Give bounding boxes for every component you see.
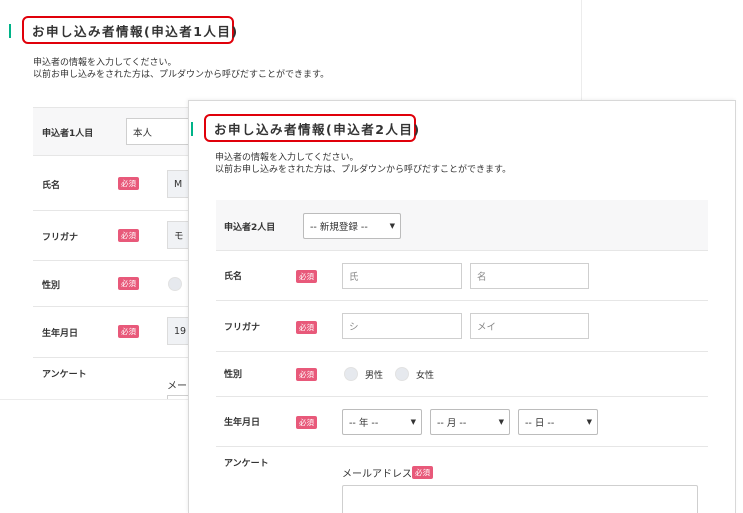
- applicant-2-panel: お申し込み者情報(申込者2人目) 申込者の情報を入力してください。 以前お申し込…: [188, 100, 736, 513]
- gender-male-label: 男性: [365, 371, 384, 381]
- divider: [216, 250, 708, 251]
- name-label: 氏名: [224, 272, 243, 282]
- divider: [216, 446, 708, 447]
- divider: [216, 351, 708, 352]
- applicant-label: 申込者1人目: [42, 129, 94, 139]
- name-label: 氏名: [42, 181, 61, 191]
- required-badge: 必須: [412, 466, 433, 479]
- birth-year-select[interactable]: -- 年 -- ▼: [342, 409, 422, 435]
- email-input[interactable]: [342, 485, 698, 513]
- gender-male-radio[interactable]: [344, 367, 358, 381]
- section-description-2: 以前お申し込みをされた方は、プルダウンから呼びだすことができます。: [215, 165, 512, 175]
- section-title: お申し込み者情報(申込者2人目): [214, 121, 421, 137]
- required-badge: 必須: [296, 368, 317, 381]
- birth-day-value: -- 日 --: [525, 418, 555, 429]
- gender-label: 性別: [42, 281, 61, 291]
- divider: [216, 396, 708, 397]
- survey-label: アンケート: [42, 370, 87, 380]
- first-kana-input[interactable]: メイ: [470, 313, 589, 339]
- email-label: メー: [167, 381, 187, 392]
- gender-female-radio[interactable]: [395, 367, 409, 381]
- applicant-select[interactable]: 本人: [126, 118, 196, 145]
- birth-month-select[interactable]: -- 月 -- ▼: [430, 409, 510, 435]
- applicant-label: 申込者2人目: [224, 223, 276, 233]
- applicant-row-bg: [216, 200, 708, 250]
- required-badge: 必須: [118, 177, 139, 190]
- required-badge: 必須: [296, 416, 317, 429]
- required-badge: 必須: [118, 277, 139, 290]
- required-badge: 必須: [118, 325, 139, 338]
- section-description: 申込者の情報を入力してください。: [215, 153, 359, 163]
- caret-down-icon: ▼: [498, 418, 504, 426]
- caret-down-icon: ▼: [586, 418, 592, 426]
- section-description: 申込者の情報を入力してください。: [33, 58, 177, 68]
- gender-label: 性別: [224, 370, 243, 380]
- birth-month-value: -- 月 --: [437, 418, 467, 429]
- birth-year-value: -- 年 --: [349, 418, 379, 429]
- survey-label: アンケート: [224, 459, 269, 469]
- birth-label: 生年月日: [42, 329, 79, 339]
- caret-down-icon: ▼: [389, 222, 395, 230]
- caret-down-icon: ▼: [410, 418, 416, 426]
- birth-day-select[interactable]: -- 日 -- ▼: [518, 409, 598, 435]
- gender-radio[interactable]: [168, 277, 182, 291]
- applicant-select-value: -- 新規登録 --: [310, 222, 368, 233]
- furigana-label: フリガナ: [224, 323, 261, 333]
- first-name-input[interactable]: 名: [470, 263, 589, 289]
- last-name-input[interactable]: 氏: [342, 263, 462, 289]
- section-accent-bar: [9, 24, 11, 38]
- birth-label: 生年月日: [224, 418, 261, 428]
- section-title: お申し込み者情報(申込者1人目): [32, 23, 239, 39]
- required-badge: 必須: [296, 321, 317, 334]
- applicant-select[interactable]: -- 新規登録 -- ▼: [303, 213, 401, 239]
- title-highlight-box: お申し込み者情報(申込者2人目): [204, 114, 419, 142]
- section-accent-bar: [191, 122, 193, 136]
- email-label: メールアドレス: [342, 469, 412, 480]
- furigana-label: フリガナ: [42, 233, 79, 243]
- gender-female-label: 女性: [416, 371, 435, 381]
- last-kana-input[interactable]: シ: [342, 313, 462, 339]
- required-badge: 必須: [296, 270, 317, 283]
- divider: [216, 300, 708, 301]
- title-highlight-box: お申し込み者情報(申込者1人目): [22, 16, 237, 44]
- required-badge: 必須: [118, 229, 139, 242]
- section-description-2: 以前お申し込みをされた方は、プルダウンから呼びだすことができます。: [33, 70, 330, 80]
